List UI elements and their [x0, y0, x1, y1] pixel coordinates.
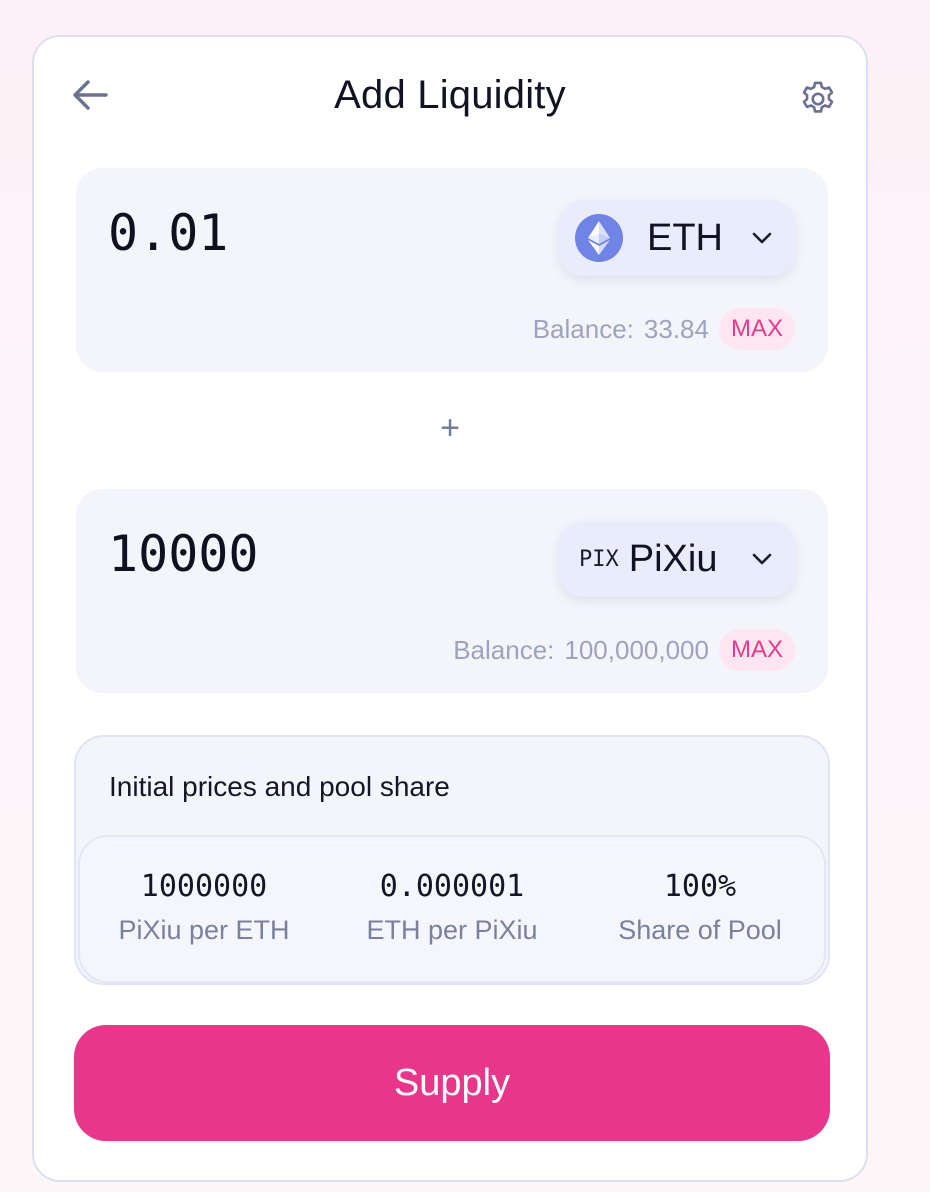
prices-panel: Initial prices and pool share 1000000 Pi… — [74, 735, 830, 985]
stat-eth-per-pixiu: 0.000001 ETH per PiXiu — [328, 837, 576, 981]
balance-value: 33.84 — [643, 313, 709, 344]
token-b-panel: PIX PiXiu Balance: 100,000,000 MAX — [76, 489, 828, 693]
stat-label: ETH per PiXiu — [366, 915, 538, 945]
token-a-max-button[interactable]: MAX — [718, 308, 795, 350]
token-b-symbol: PiXiu — [628, 537, 718, 580]
add-liquidity-card: Add Liquidity ETH — [32, 35, 868, 1182]
chevron-down-icon — [751, 548, 773, 570]
stat-pixiu-per-eth: 1000000 PiXiu per ETH — [80, 837, 328, 981]
token-a-selector[interactable]: ETH — [559, 200, 795, 276]
token-a-amount-input[interactable] — [108, 204, 508, 262]
prices-title: Initial prices and pool share — [109, 771, 450, 802]
stat-value: 0.000001 — [379, 869, 525, 904]
settings-button[interactable] — [796, 77, 840, 121]
plus-separator: + — [440, 409, 460, 447]
balance-value: 100,000,000 — [564, 634, 709, 665]
token-b-selector[interactable]: PIX PiXiu — [559, 521, 795, 597]
token-b-balance: Balance: 100,000,000 MAX — [453, 629, 795, 671]
token-a-symbol: ETH — [647, 216, 723, 259]
balance-label: Balance: — [532, 313, 634, 344]
token-b-amount-input[interactable] — [108, 525, 508, 583]
stat-share-of-pool: 100% Share of Pool — [576, 837, 824, 981]
token-a-balance: Balance: 33.84 MAX — [533, 308, 795, 350]
token-a-panel: ETH Balance: 33.84 MAX — [76, 168, 828, 372]
supply-button[interactable]: Supply — [74, 1025, 830, 1141]
ethereum-icon — [575, 214, 623, 262]
gear-icon — [802, 81, 834, 113]
stat-label: Share of Pool — [618, 915, 782, 945]
stat-label: PiXiu per ETH — [118, 915, 290, 945]
stat-value: 1000000 — [140, 869, 268, 904]
pixiu-logo: PIX — [579, 546, 619, 572]
page-title: Add Liquidity — [334, 73, 566, 117]
stat-value: 100% — [663, 869, 737, 904]
balance-label: Balance: — [453, 634, 555, 665]
header: Add Liquidity — [34, 37, 866, 162]
prices-stats: 1000000 PiXiu per ETH 0.000001 ETH per P… — [78, 835, 826, 983]
chevron-down-icon — [751, 227, 773, 249]
token-b-max-button[interactable]: MAX — [718, 629, 795, 671]
